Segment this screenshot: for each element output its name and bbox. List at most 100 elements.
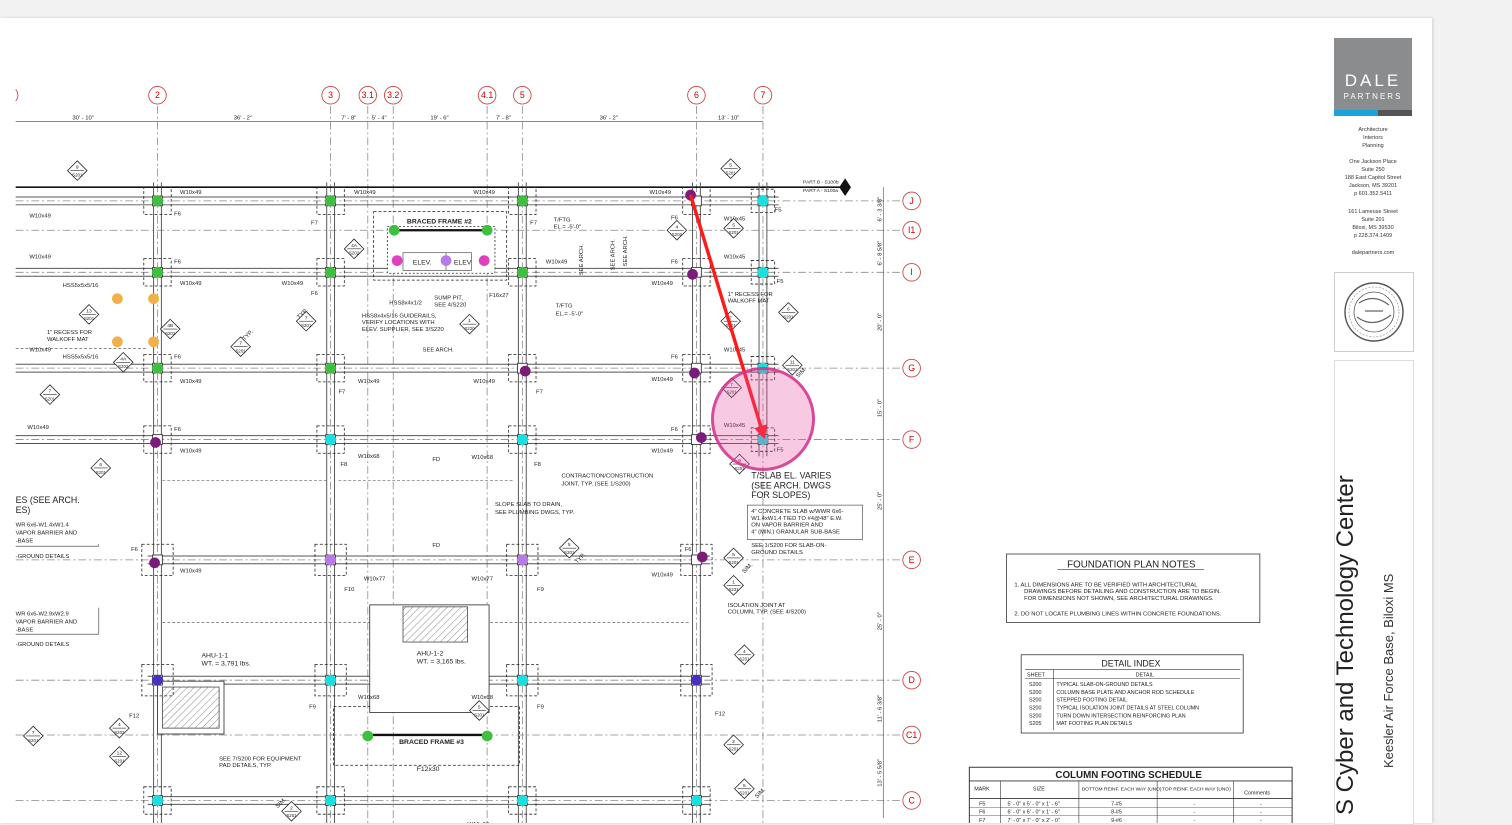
grid-bubble-d: D: [902, 670, 921, 690]
svg-text:ISOLATION JOINT AT: ISOLATION JOINT AT: [728, 603, 786, 609]
project-title: S Cyber and Technology Center: [1332, 475, 1359, 815]
annotation-dot: [689, 367, 700, 379]
svg-text:3.2: 3.2: [387, 90, 399, 100]
svg-text:HSS8x4x5/16 GUIDERAILS,: HSS8x4x5/16 GUIDERAILS,: [362, 313, 437, 319]
annotation-dot: [516, 195, 528, 207]
seal-box: [1334, 272, 1414, 352]
svg-text:ELEV. SUPPLIER, SEE 3/S220: ELEV. SUPPLIER, SEE 3/S220: [362, 327, 445, 333]
detail-ref-marker: 7 S201: [22, 725, 44, 747]
svg-text:T/SLAB EL. VARIES: T/SLAB EL. VARIES: [751, 471, 831, 481]
svg-text:S202: S202: [165, 331, 176, 336]
svg-text:7: 7: [49, 389, 52, 395]
annotation-dot: [149, 557, 160, 569]
svg-text:SIZE: SIZE: [1033, 787, 1045, 793]
svg-text:AHU-1-2: AHU-1-2: [417, 651, 444, 658]
footing-mark-label: F6: [131, 547, 138, 553]
svg-text:-BASE: -BASE: [16, 538, 34, 544]
svg-text:S202: S202: [349, 251, 360, 256]
svg-text:W10x49: W10x49: [180, 379, 202, 385]
svg-text:SIM.: SIM.: [754, 787, 767, 800]
svg-text:4B: 4B: [167, 323, 173, 329]
svg-text:W10x49: W10x49: [651, 573, 673, 579]
firm-website[interactable]: dalepartners.com: [1334, 249, 1412, 257]
schedule-cell: -: [1193, 810, 1195, 816]
grid-bubble-c1: C1: [902, 725, 921, 745]
foundation-beams: [15, 182, 779, 823]
svg-text:S201: S201: [114, 758, 125, 763]
firm-name: DALE: [1344, 71, 1402, 90]
detail-index-sheet: S200: [1029, 713, 1042, 719]
svg-text:12: 12: [117, 751, 123, 757]
footing-mark-label: F6: [311, 291, 318, 297]
svg-text:W10x49: W10x49: [180, 281, 202, 287]
detail-index-detail: STEPPED FOOTING DETAIL: [1056, 698, 1127, 704]
svg-text:20' - 0": 20' - 0": [877, 313, 883, 331]
svg-text:W10x49: W10x49: [649, 190, 671, 196]
annotation-dot: [325, 266, 336, 278]
braced-frame-3-area: BRACED FRAME #3 F12x30: [333, 706, 520, 773]
svg-text:SEE ARCH.: SEE ARCH.: [579, 244, 585, 276]
annotation-dot: [516, 554, 528, 566]
svg-text:5: 5: [729, 163, 732, 169]
detail-index-sheet: S200: [1029, 690, 1042, 696]
column-grid-bubbles: 2 3 3.1 3.2 4.1 5 6 7: [15, 86, 773, 105]
grid-bubble-g: G: [902, 358, 921, 378]
annotation-dot: [325, 195, 336, 207]
svg-text:JOINT, TYP. (SEE 1/S200): JOINT, TYP. (SEE 1/S200): [561, 482, 630, 488]
svg-text:SEE 1/S200 FOR SLAB-ON-: SEE 1/S200 FOR SLAB-ON-: [751, 543, 826, 549]
svg-text:13: 13: [86, 308, 92, 314]
grid-bubble-e: E: [902, 550, 921, 570]
svg-text:SEE PLUMBING DWGS, TYP.: SEE PLUMBING DWGS, TYP.: [495, 510, 575, 516]
row-dimension-string: 6' - 3 3/8" 6' - 8 5/8" 20' - 0" 15' - 0…: [877, 187, 884, 819]
detail-ref-marker: 4B S202: [159, 318, 181, 340]
svg-text:W10x77: W10x77: [471, 576, 493, 582]
svg-text:W10x49: W10x49: [180, 190, 202, 196]
svg-text:W1.4xW1.4 TIED TO #4@48" E.W.: W1.4xW1.4 TIED TO #4@48" E.W.: [751, 516, 843, 522]
detail-ref-marker: 4 S202: [666, 219, 688, 241]
svg-text:15' - 0": 15' - 0": [877, 399, 883, 417]
svg-text:W10x49: W10x49: [29, 255, 51, 261]
annotation-dot: [516, 434, 528, 445]
schedule-cell: F6: [979, 810, 985, 816]
svg-text:7' - 8": 7' - 8": [341, 116, 356, 122]
grid-bubble-i: I: [902, 263, 921, 282]
svg-text:ELEV.: ELEV.: [413, 259, 432, 266]
svg-text:S202: S202: [672, 232, 683, 237]
svg-text:3.1: 3.1: [362, 90, 374, 100]
schedule-cell: -: [1193, 801, 1195, 807]
column-footings: F6F6F6F6F6F7F6F7F8F10F5F5F5F6F6F6F6F6F7F…: [129, 186, 784, 815]
annotation-dot: [148, 336, 159, 348]
annotation-dot: [112, 336, 123, 348]
detail-index-table: DETAIL INDEX SHEET DETAIL S200 TYPICAL SL…: [1020, 654, 1244, 734]
svg-text:7: 7: [305, 315, 308, 321]
svg-text:S220: S220: [464, 326, 475, 331]
svg-text:W10x45: W10x45: [724, 348, 746, 354]
svg-text:W10x68: W10x68: [358, 695, 380, 701]
svg-text:1: 1: [732, 579, 735, 585]
svg-text:PAD DETAILS, TYP.: PAD DETAILS, TYP.: [219, 763, 272, 769]
svg-text:5: 5: [520, 90, 525, 100]
annotation-dot: [325, 554, 336, 566]
annotation-dot: [695, 432, 707, 443]
annotation-dot: [325, 674, 336, 686]
svg-text:WALKOFF MAT: WALKOFF MAT: [47, 337, 89, 343]
svg-text:1" RECESS FOR: 1" RECESS FOR: [728, 292, 773, 298]
svg-text:W10x49: W10x49: [180, 448, 202, 454]
svg-text:S201: S201: [787, 367, 798, 372]
svg-text:S201: S201: [739, 657, 750, 662]
svg-text:W10x49: W10x49: [27, 425, 48, 431]
svg-text:SHEET: SHEET: [1027, 672, 1046, 678]
svg-text:MARK: MARK: [974, 787, 990, 793]
annotation-dot: [516, 674, 528, 686]
svg-text:W10x49: W10x49: [29, 348, 51, 354]
detail-index-sheet: S200: [1029, 682, 1042, 688]
footing-mark-label: F9: [537, 587, 544, 593]
annotation-dot: [481, 224, 493, 236]
svg-text:S201: S201: [96, 470, 107, 475]
svg-text:-GROUND DETAILS: -GROUND DETAILS: [16, 554, 70, 560]
svg-text:W10x68: W10x68: [358, 454, 380, 460]
detail-index-sheet: S200: [1029, 698, 1042, 704]
logo-accent-bar: [1334, 110, 1412, 116]
svg-text:(SEE ARCH. DWGS: (SEE ARCH. DWGS: [751, 480, 831, 490]
footing-mark-label: F7: [530, 220, 537, 226]
